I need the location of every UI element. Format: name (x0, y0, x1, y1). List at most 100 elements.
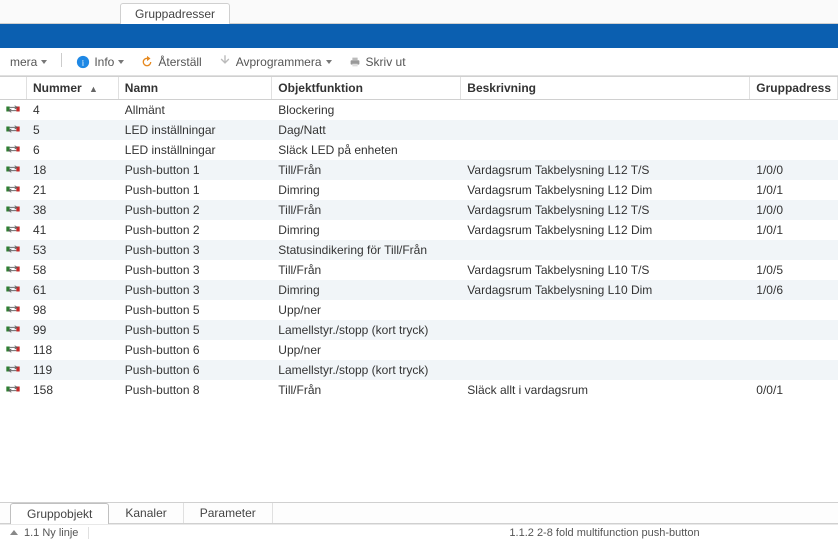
cell-objektfunktion: Blockering (272, 100, 461, 120)
group-object-icon (6, 363, 20, 377)
toolbar-reset[interactable]: Återställ (136, 53, 205, 71)
cell-nummer: 41 (27, 220, 119, 240)
cell-objektfunktion: Till/Från (272, 380, 461, 400)
group-object-icon (6, 223, 20, 237)
group-object-icon (6, 183, 20, 197)
col-nummer-label: Nummer (33, 81, 82, 95)
table-row[interactable]: 18Push-button 1Till/FrånVardagsrum Takbe… (0, 160, 838, 180)
cell-objektfunktion: Till/Från (272, 260, 461, 280)
info-icon: i (76, 55, 90, 69)
cell-namn: Push-button 3 (118, 280, 272, 300)
cell-beskrivning: Vardagsrum Takbelysning L10 Dim (461, 280, 750, 300)
table-row[interactable]: 119Push-button 6Lamellstyr./stopp (kort … (0, 360, 838, 380)
col-icon[interactable] (0, 77, 27, 100)
cell-objektfunktion: Lamellstyr./stopp (kort tryck) (272, 360, 461, 380)
chevron-down-icon (118, 60, 124, 64)
cell-namn: Push-button 1 (118, 160, 272, 180)
col-namn[interactable]: Namn (118, 77, 272, 100)
cell-gruppadress (750, 340, 838, 360)
group-object-icon (6, 343, 20, 357)
print-icon (348, 55, 362, 69)
cell-gruppadress (750, 100, 838, 120)
toolbar-more[interactable]: mera (6, 53, 51, 71)
table-row[interactable]: 118Push-button 6Upp/ner (0, 340, 838, 360)
cell-nummer: 119 (27, 360, 119, 380)
cell-nummer: 18 (27, 160, 119, 180)
cell-beskrivning: Vardagsrum Takbelysning L12 Dim (461, 220, 750, 240)
group-object-icon (6, 123, 20, 137)
cell-nummer: 38 (27, 200, 119, 220)
top-tab-strip: Gruppadresser (0, 0, 838, 24)
col-nummer[interactable]: Nummer ▲ (27, 77, 119, 100)
cell-gruppadress (750, 320, 838, 340)
cell-nummer: 53 (27, 240, 119, 260)
group-object-icon (6, 103, 20, 117)
status-line[interactable]: 1.1 Ny linje (0, 527, 89, 539)
table-row[interactable]: 99Push-button 5Lamellstyr./stopp (kort t… (0, 320, 838, 340)
group-object-icon (6, 303, 20, 317)
chevron-down-icon (41, 60, 47, 64)
table-row[interactable]: 61Push-button 3DimringVardagsrum Takbely… (0, 280, 838, 300)
cell-beskrivning (461, 240, 750, 260)
cell-gruppadress: 1/0/5 (750, 260, 838, 280)
cell-objektfunktion: Upp/ner (272, 340, 461, 360)
table-row[interactable]: 98Push-button 5Upp/ner (0, 300, 838, 320)
cell-namn: Allmänt (118, 100, 272, 120)
cell-namn: Push-button 6 (118, 360, 272, 380)
toolbar-reset-label: Återställ (158, 55, 201, 69)
cell-namn: LED inställningar (118, 120, 272, 140)
table-row[interactable]: 5LED inställningarDag/Natt (0, 120, 838, 140)
group-object-icon (6, 163, 20, 177)
table-row[interactable]: 58Push-button 3Till/FrånVardagsrum Takbe… (0, 260, 838, 280)
cell-objektfunktion: Till/Från (272, 200, 461, 220)
table-row[interactable]: 6LED inställningarSläck LED på enheten (0, 140, 838, 160)
cell-objektfunktion: Dag/Natt (272, 120, 461, 140)
cell-objektfunktion: Lamellstyr./stopp (kort tryck) (272, 320, 461, 340)
table-row[interactable]: 4AllmäntBlockering (0, 100, 838, 120)
table-row[interactable]: 21Push-button 1DimringVardagsrum Takbely… (0, 180, 838, 200)
col-beskrivning[interactable]: Beskrivning (461, 77, 750, 100)
cell-objektfunktion: Till/Från (272, 160, 461, 180)
tab-kanaler[interactable]: Kanaler (109, 503, 183, 523)
table-row[interactable]: 53Push-button 3Statusindikering för Till… (0, 240, 838, 260)
cell-nummer: 4 (27, 100, 119, 120)
toolbar-print[interactable]: Skriv ut (344, 53, 410, 71)
tab-parameter[interactable]: Parameter (184, 503, 273, 523)
table-row[interactable]: 158Push-button 8Till/FrånSläck allt i va… (0, 380, 838, 400)
cell-beskrivning: Vardagsrum Takbelysning L12 T/S (461, 160, 750, 180)
table-row[interactable]: 41Push-button 2DimringVardagsrum Takbely… (0, 220, 838, 240)
cell-gruppadress: 0/0/1 (750, 380, 838, 400)
cell-namn: Push-button 6 (118, 340, 272, 360)
cell-namn: Push-button 2 (118, 220, 272, 240)
objects-table: Nummer ▲ Namn Objektfunktion Beskrivning… (0, 77, 838, 400)
toolbar-info[interactable]: i Info (72, 53, 128, 71)
status-device: 1.1.2 2-8 fold multifunction push-button (89, 527, 838, 539)
cell-gruppadress (750, 360, 838, 380)
toolbar-unprogram[interactable]: Avprogrammera (214, 53, 336, 71)
bottom-tab-strip: Gruppobjekt Kanaler Parameter (0, 502, 838, 524)
toolbar-unprogram-label: Avprogrammera (236, 55, 322, 69)
cell-objektfunktion: Dimring (272, 220, 461, 240)
cell-gruppadress: 1/0/0 (750, 160, 838, 180)
cell-objektfunktion: Upp/ner (272, 300, 461, 320)
toolbar: mera i Info Återställ Avprogrammera Skri… (0, 48, 838, 76)
cell-nummer: 158 (27, 380, 119, 400)
sort-asc-icon: ▲ (89, 84, 98, 94)
cell-nummer: 6 (27, 140, 119, 160)
tab-group-addresses[interactable]: Gruppadresser (120, 3, 230, 24)
group-object-icon (6, 143, 20, 157)
group-object-icon (6, 203, 20, 217)
status-line-label: 1.1 Ny linje (24, 527, 78, 539)
col-gruppadress[interactable]: Gruppadress (750, 77, 838, 100)
cell-gruppadress: 1/0/1 (750, 220, 838, 240)
group-object-icon (6, 323, 20, 337)
cell-nummer: 61 (27, 280, 119, 300)
table-row[interactable]: 38Push-button 2Till/FrånVardagsrum Takbe… (0, 200, 838, 220)
group-object-icon (6, 243, 20, 257)
col-objektfunktion[interactable]: Objektfunktion (272, 77, 461, 100)
cell-namn: Push-button 3 (118, 260, 272, 280)
cell-namn: LED inställningar (118, 140, 272, 160)
tab-gruppobjekt[interactable]: Gruppobjekt (10, 503, 109, 525)
cell-namn: Push-button 2 (118, 200, 272, 220)
cell-nummer: 118 (27, 340, 119, 360)
